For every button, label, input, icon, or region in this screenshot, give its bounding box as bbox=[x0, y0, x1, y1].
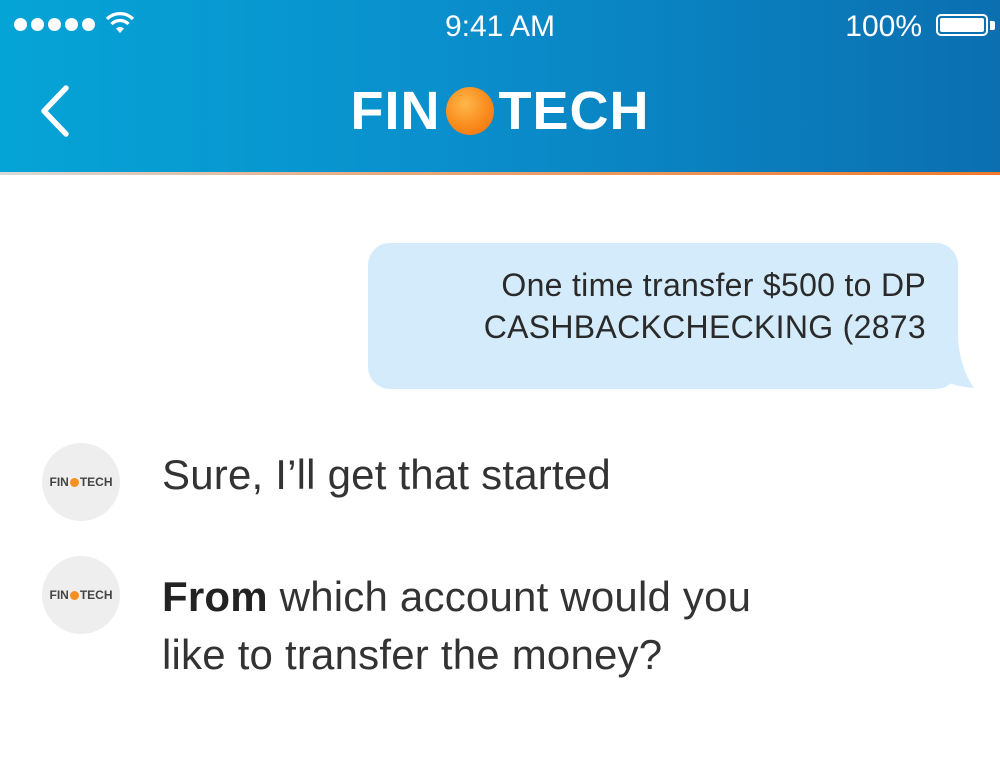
battery-icon bbox=[936, 14, 988, 36]
bot-message-line-2: like to transfer the money? bbox=[162, 631, 663, 678]
avatar-text-right: TECH bbox=[79, 475, 113, 489]
battery-tip bbox=[990, 21, 995, 30]
avatar-text-right: TECH bbox=[79, 588, 113, 602]
bot-message: Sure, I’ll get that started bbox=[162, 446, 611, 504]
logo-text-right: TECH bbox=[498, 81, 650, 141]
user-message-line-2: CASHBACKCHECKING (2873 bbox=[483, 309, 926, 345]
bot-avatar: FIN TECH bbox=[42, 443, 120, 521]
status-bar: 9:41 AM 100% bbox=[0, 0, 1000, 52]
avatar-text-left: FIN bbox=[49, 588, 69, 602]
avatar-dot bbox=[69, 477, 79, 487]
header-divider bbox=[0, 172, 1000, 175]
logo-orange-dot bbox=[445, 87, 494, 135]
user-message-text: One time transfer $500 to DP CASHBACKCHE… bbox=[366, 264, 926, 348]
bot-avatar: FIN TECH bbox=[42, 556, 120, 634]
battery-percentage: 100% bbox=[845, 10, 922, 43]
avatar-text-left: FIN bbox=[49, 475, 69, 489]
bot-message-text: which account would you bbox=[267, 573, 752, 620]
bot-message: From which account would you like to tra… bbox=[162, 568, 751, 684]
user-message-line-1: One time transfer $500 to DP bbox=[501, 267, 926, 303]
fintech-logo: FIN TECH bbox=[0, 80, 1000, 142]
bot-message-bold: From bbox=[162, 573, 268, 620]
logo-text-left: FIN bbox=[350, 81, 441, 141]
bot-message-text: Sure, I’ll get that started bbox=[162, 451, 611, 498]
bubble-tail bbox=[940, 338, 974, 388]
avatar-dot bbox=[69, 590, 79, 600]
